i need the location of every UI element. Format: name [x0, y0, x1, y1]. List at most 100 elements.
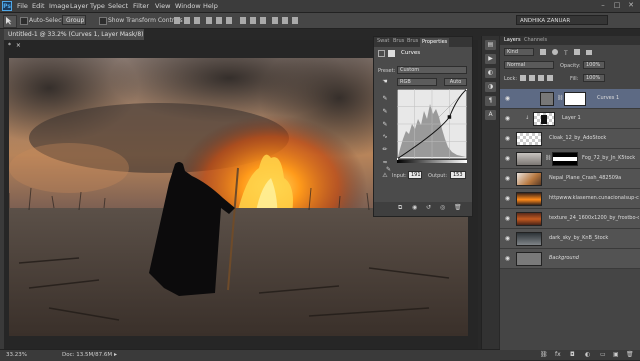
hand-tool-icon[interactable]: ☚	[381, 78, 389, 86]
menu-window[interactable]: Window	[175, 2, 201, 10]
curve-point-tool-icon[interactable]: ∿	[381, 133, 389, 141]
layer-row-crash[interactable]: ◉ Nepal_Plane_Crash_482509a	[500, 169, 640, 189]
menu-help[interactable]: Help	[203, 2, 218, 10]
output-field[interactable]: 153	[450, 171, 466, 179]
layer-row-texture[interactable]: ◉ texture_24_1600x1200_by_frostbo-d36...	[500, 209, 640, 229]
layer-mask-thumb[interactable]	[564, 92, 586, 106]
eye-icon[interactable]: ◉	[504, 215, 511, 222]
opacity-field[interactable]: 100%	[583, 61, 605, 69]
channel-dropdown[interactable]: RGB	[397, 78, 437, 86]
eyedropper-small-icon[interactable]: ✎	[386, 166, 391, 173]
paragraph-icon[interactable]: ¶	[485, 96, 496, 106]
status-menu-arrow-icon[interactable]: ▸	[114, 351, 117, 358]
menu-file[interactable]: File	[17, 2, 28, 10]
minimize-icon[interactable]: –	[596, 1, 610, 10]
layer-mask-thumb[interactable]	[552, 152, 578, 166]
actions-icon[interactable]: ▶	[485, 54, 496, 64]
user-account-field[interactable]: ANDHIKA ZANUAR	[516, 15, 608, 25]
move-tool-icon[interactable]	[3, 15, 17, 28]
menu-image[interactable]: Image	[49, 2, 69, 10]
layer-style-icon[interactable]: fx	[555, 351, 561, 358]
curves-title: Curves	[401, 50, 421, 56]
eye-icon[interactable]: ◉	[504, 155, 511, 162]
new-group-icon[interactable]: ▭	[600, 351, 606, 358]
close-tab-icon[interactable]: ×	[16, 42, 21, 49]
curves-graph[interactable]	[397, 89, 467, 164]
layer-name: Layer 1	[562, 115, 581, 121]
new-layer-icon[interactable]: ▣	[613, 351, 619, 358]
svg-text:T: T	[563, 50, 568, 56]
align-distribute-icons[interactable]	[172, 16, 322, 25]
blend-mode-dropdown[interactable]: Normal	[504, 61, 554, 69]
chain-link-icon[interactable]: ⛓	[545, 155, 551, 161]
layer-row-fog[interactable]: ◉ ⛓ Fog_72_by_Jn_K5tock	[500, 149, 640, 169]
chain-link-icon[interactable]: ⛓	[557, 95, 563, 101]
menu-view[interactable]: View	[155, 2, 170, 10]
document-tab[interactable]: Untitled-1 @ 33.2% (Curves 1, Layer Mask…	[4, 29, 144, 49]
tab-channels[interactable]: Channels	[524, 37, 547, 43]
show-transform-checkbox[interactable]	[99, 17, 107, 25]
zoom-level[interactable]: 33.23%	[6, 352, 27, 358]
close-window-icon[interactable]: ✕	[624, 1, 638, 10]
auto-select-checkbox[interactable]	[20, 17, 28, 25]
filter-type-icons[interactable]: T	[540, 49, 630, 56]
adjustments-icon[interactable]: ◑	[485, 82, 496, 92]
white-eyedropper-icon[interactable]: ✎	[381, 121, 389, 129]
output-label: Output:	[428, 173, 448, 179]
menu-select[interactable]: Select	[108, 2, 128, 10]
history-icon[interactable]: ▤	[485, 40, 496, 50]
eye-icon[interactable]: ◉	[504, 235, 511, 242]
gray-eyedropper-icon[interactable]: ✎	[381, 108, 389, 116]
menu-edit[interactable]: Edit	[32, 2, 45, 10]
layer-list: ◉ ⛓ Curves 1 ◉ ↓ Layer 1 ◉ Cloak_12_by_A…	[500, 89, 640, 347]
curve-control-point[interactable]	[465, 89, 468, 91]
auto-button[interactable]: Auto	[444, 78, 467, 86]
layer-row-layer1[interactable]: ◉ ↓ Layer 1	[500, 109, 640, 129]
tab-swatches[interactable]: Swat	[377, 38, 389, 44]
delete-icon[interactable]: 🗑	[454, 204, 462, 211]
tab-properties[interactable]: Properties	[420, 38, 450, 47]
lock-icons[interactable]	[520, 75, 560, 82]
kind-filter-dropdown[interactable]: Kind	[504, 48, 534, 56]
new-adjustment-icon[interactable]: ◐	[585, 351, 590, 358]
layer-row-fire[interactable]: ◉ httpwww.klasemen.cunacionalsup-conte..…	[500, 189, 640, 209]
layer-row-sky[interactable]: ◉ dark_sky_by_KnB_Stock	[500, 229, 640, 249]
layer-thumb	[516, 232, 542, 246]
curve-control-point[interactable]	[447, 115, 452, 119]
layer-row-cloak[interactable]: ◉ Cloak_12_by_AdoStock	[500, 129, 640, 149]
clip-to-layer-icon[interactable]: ⧉	[398, 204, 402, 212]
auto-select-dropdown[interactable]: Group	[62, 15, 86, 25]
doc-size[interactable]: Doc: 13.5M/87.6M	[62, 352, 112, 358]
preset-dropdown[interactable]: Custom	[397, 66, 467, 74]
mask-icon[interactable]	[388, 50, 395, 57]
link-layers-icon[interactable]: ⛓	[540, 351, 548, 358]
input-field[interactable]: 191	[408, 171, 422, 179]
trash-icon[interactable]: 🗑	[626, 351, 634, 358]
eye-icon[interactable]: ◉	[504, 115, 511, 122]
tab-layers[interactable]: Layers	[504, 37, 521, 43]
view-previous-icon[interactable]: ◉	[412, 204, 417, 211]
layer-row-background[interactable]: ◉ Background	[500, 249, 640, 269]
menu-filter[interactable]: Filter	[133, 2, 149, 10]
tab-brush-presets[interactable]: Brus	[407, 38, 418, 44]
eye-icon[interactable]: ◉	[504, 175, 511, 182]
black-eyedropper-icon[interactable]: ✎	[381, 95, 389, 103]
eye-icon[interactable]: ◉	[504, 195, 511, 202]
maximize-icon[interactable]: □	[610, 1, 624, 10]
fill-field[interactable]: 100%	[583, 74, 605, 82]
layer-row-curves[interactable]: ◉ ⛓ Curves 1	[500, 89, 640, 109]
pencil-tool-icon[interactable]: ✏	[381, 146, 389, 154]
tab-brush[interactable]: Brus	[393, 38, 404, 44]
menu-type[interactable]: Type	[90, 2, 105, 10]
layer-thumb	[516, 152, 542, 166]
eye-icon[interactable]: ◉	[504, 255, 511, 262]
character-icon[interactable]: A	[485, 110, 496, 120]
reset-icon[interactable]: ↺	[426, 204, 431, 211]
add-mask-icon[interactable]: ◘	[570, 351, 575, 358]
color-icon[interactable]: ◐	[485, 68, 496, 78]
eye-icon[interactable]: ◉	[504, 135, 511, 142]
visibility-icon[interactable]: ◎	[440, 204, 445, 211]
eye-icon[interactable]: ◉	[504, 95, 511, 102]
menu-layer[interactable]: Layer	[70, 2, 88, 10]
properties-tabs: Swat Brus Brus Properties	[374, 37, 472, 47]
